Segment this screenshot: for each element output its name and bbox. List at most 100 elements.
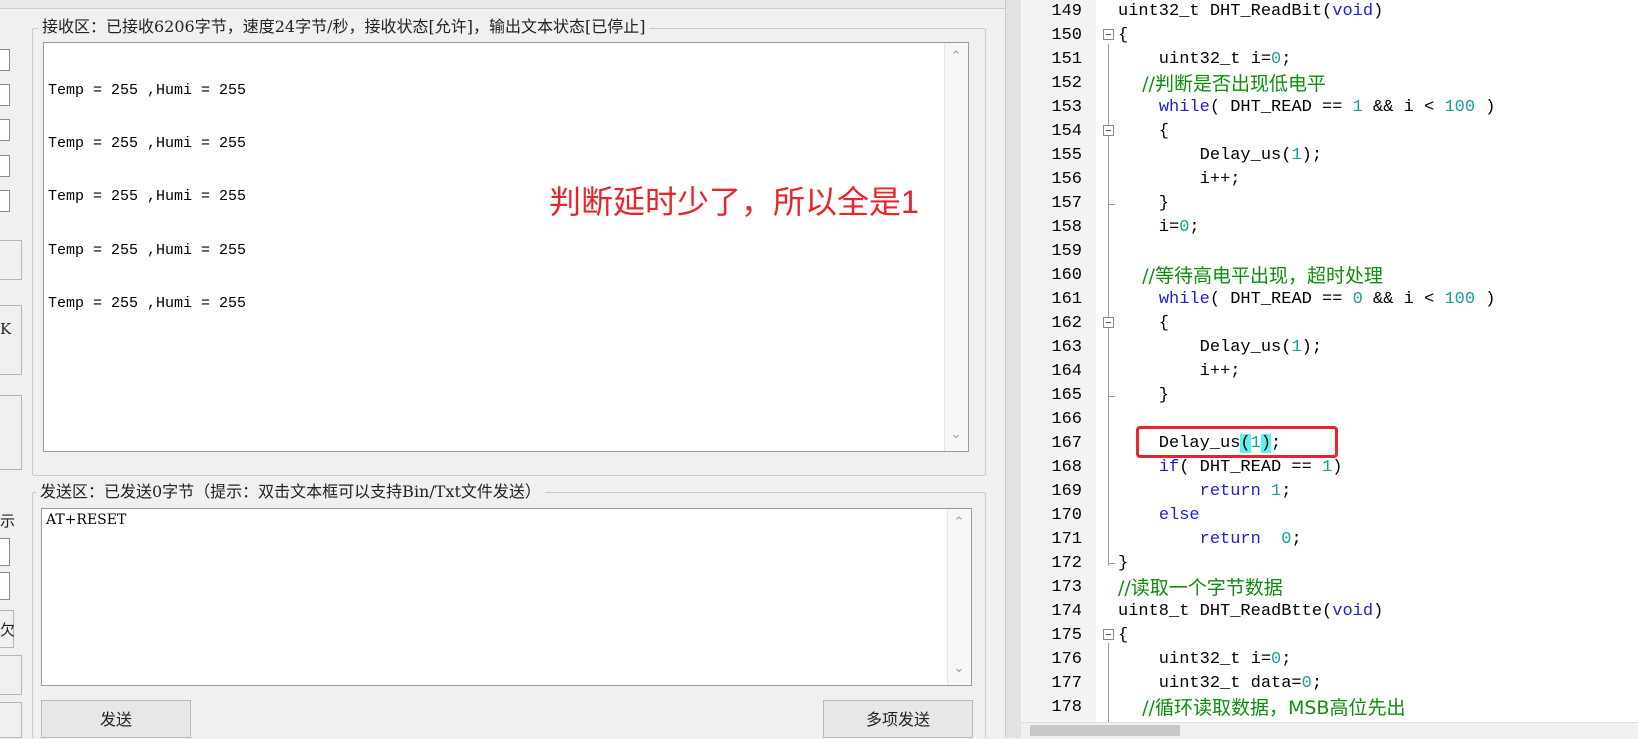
code-text: Delay_us(1); xyxy=(1118,338,1323,357)
code-line: 174 uint8_t DHT_ReadBtte(void) xyxy=(1021,600,1638,624)
send-text: AT+RESET xyxy=(46,512,127,528)
line-number: 158 xyxy=(1051,218,1082,237)
code-line: 178 //循环读取数据，MSB高位先出 xyxy=(1021,696,1638,720)
send-group-title: 发送区：已发送0字节（提示：双击文本框可以支持Bin/Txt文件发送） xyxy=(36,482,545,502)
edge-control-4[interactable] xyxy=(0,155,10,177)
code-text: Delay_us(1); xyxy=(1118,146,1323,165)
code-text: } xyxy=(1118,386,1170,405)
line-number: 170 xyxy=(1051,506,1082,525)
edge-control-2[interactable] xyxy=(0,84,10,106)
code-line: 149 uint32_t DHT_ReadBit(void) xyxy=(1021,0,1638,24)
receive-lines: Temp = 255 ,Humi = 255 Temp = 255 ,Humi … xyxy=(48,46,246,349)
code-text: i=0; xyxy=(1118,218,1200,237)
line-number: 167 xyxy=(1051,434,1082,453)
line-number: 168 xyxy=(1051,458,1082,477)
code-line: 170 else xyxy=(1021,504,1638,528)
fold-collapse-icon[interactable] xyxy=(1103,629,1114,640)
code-text: return 1; xyxy=(1199,482,1292,501)
line-number: 172 xyxy=(1051,554,1082,573)
line-number: 152 xyxy=(1051,74,1082,93)
code-line: 155 Delay_us(1); xyxy=(1021,144,1638,168)
edge-label-k: K xyxy=(0,320,12,338)
code-text: uint8_t DHT_ReadBtte(void) xyxy=(1118,602,1384,621)
code-line: 165 } xyxy=(1021,384,1638,408)
line-number: 177 xyxy=(1051,674,1082,693)
line-number: 163 xyxy=(1051,338,1082,357)
send-scrollbar[interactable]: ⌃ ⌄ xyxy=(947,509,971,685)
code-text: { xyxy=(1118,626,1129,645)
code-line: 163 Delay_us(1); xyxy=(1021,336,1638,360)
receive-scrollbar[interactable]: ⌃ ⌄ xyxy=(944,43,968,451)
line-number: 155 xyxy=(1051,146,1082,165)
line-number: 176 xyxy=(1051,650,1082,669)
code-line: 173 //读取一个字节数据 xyxy=(1021,576,1638,600)
window-divider xyxy=(1005,0,1021,738)
receive-line: Temp = 255 ,Humi = 255 xyxy=(48,188,247,206)
line-number: 153 xyxy=(1051,98,1082,117)
edge-control-3[interactable] xyxy=(0,119,10,141)
code-text: { xyxy=(1118,314,1170,333)
code-comment: //读取一个字节数据 xyxy=(1118,577,1283,599)
title-strip xyxy=(0,0,1005,9)
code-text: uint32_t DHT_ReadBit(void) xyxy=(1118,2,1384,21)
edge-button-1[interactable] xyxy=(0,240,22,280)
code-line: 164 i++; xyxy=(1021,360,1638,384)
scroll-down-icon[interactable]: ⌄ xyxy=(945,427,967,443)
edge-panel-2 xyxy=(0,395,22,470)
receive-line: Temp = 255 ,Humi = 255 xyxy=(48,241,247,259)
line-number: 162 xyxy=(1051,314,1082,333)
code-text: { xyxy=(1118,122,1170,141)
edge-control-5[interactable] xyxy=(0,190,10,212)
edge-label-3: 欠 xyxy=(0,621,16,639)
code-line: 151 uint32_t i=0; xyxy=(1021,48,1638,72)
receive-line: Temp = 255 ,Humi = 255 xyxy=(48,81,247,99)
code-line: 171 return 0; xyxy=(1021,528,1638,552)
code-line: 159 xyxy=(1021,240,1638,264)
horizontal-scrollbar[interactable] xyxy=(1021,722,1638,738)
code-line: 172 } xyxy=(1021,552,1638,576)
line-number: 174 xyxy=(1051,602,1082,621)
send-textarea[interactable]: AT+RESET ⌃ ⌄ xyxy=(41,508,972,686)
code-text: uint32_t i=0; xyxy=(1118,50,1292,69)
receive-group-title: 接收区：已接收6206字节，速度24字节/秒，接收状态[允许]，输出文本状态[已… xyxy=(38,17,650,37)
code-editor[interactable]: 149 uint32_t DHT_ReadBit(void) 150 { 151… xyxy=(1021,0,1638,738)
edge-input-2[interactable] xyxy=(0,572,10,600)
code-comment: //循环读取数据，MSB高位先出 xyxy=(1118,697,1406,719)
receive-line: Temp = 255 ,Humi = 255 xyxy=(48,295,247,313)
code-text: } xyxy=(1118,554,1129,573)
fold-collapse-icon[interactable] xyxy=(1103,29,1114,40)
code-line: 176 uint32_t i=0; xyxy=(1021,648,1638,672)
line-number: 169 xyxy=(1051,482,1082,501)
send-button[interactable]: 发送 xyxy=(41,700,191,738)
scroll-down-icon[interactable]: ⌄ xyxy=(948,661,970,677)
line-number: 149 xyxy=(1051,2,1082,21)
line-number: 171 xyxy=(1051,530,1082,549)
line-number: 166 xyxy=(1051,410,1082,429)
code-line: 154 { xyxy=(1021,120,1638,144)
code-text: i++; xyxy=(1118,170,1241,189)
scroll-up-icon[interactable]: ⌃ xyxy=(948,515,970,531)
receive-textarea[interactable]: Temp = 255 ,Humi = 255 Temp = 255 ,Humi … xyxy=(43,42,969,452)
code-line: 153 while( DHT_READ == 1 && i < 100 ) xyxy=(1021,96,1638,120)
code-line: 169 return 1; xyxy=(1021,480,1638,504)
code-line: 160 //等待高电平出现，超时处理 xyxy=(1021,264,1638,288)
fold-collapse-icon[interactable] xyxy=(1103,317,1114,328)
edge-input-1[interactable] xyxy=(0,538,10,566)
line-number: 175 xyxy=(1051,626,1082,645)
line-number: 150 xyxy=(1051,26,1082,45)
scroll-up-icon[interactable]: ⌃ xyxy=(945,49,967,65)
code-line: 175 { xyxy=(1021,624,1638,648)
multi-send-button[interactable]: 多项发送 xyxy=(823,700,973,738)
fold-collapse-icon[interactable] xyxy=(1103,125,1114,136)
edge-button-3[interactable] xyxy=(0,655,22,695)
code-line: 168 if( DHT_READ == 1) xyxy=(1021,456,1638,480)
line-number: 151 xyxy=(1051,50,1082,69)
edge-control-1[interactable] xyxy=(0,49,10,71)
code-text: { xyxy=(1118,26,1129,45)
fold-end-mark xyxy=(1108,396,1115,397)
code-line: 150 { xyxy=(1021,24,1638,48)
code-line: 152 //判断是否出现低电平 xyxy=(1021,72,1638,96)
scrollbar-thumb[interactable] xyxy=(1030,725,1180,736)
red-annotation: 判断延时少了，所以全是1 xyxy=(549,184,919,220)
edge-button-4[interactable] xyxy=(0,702,22,738)
